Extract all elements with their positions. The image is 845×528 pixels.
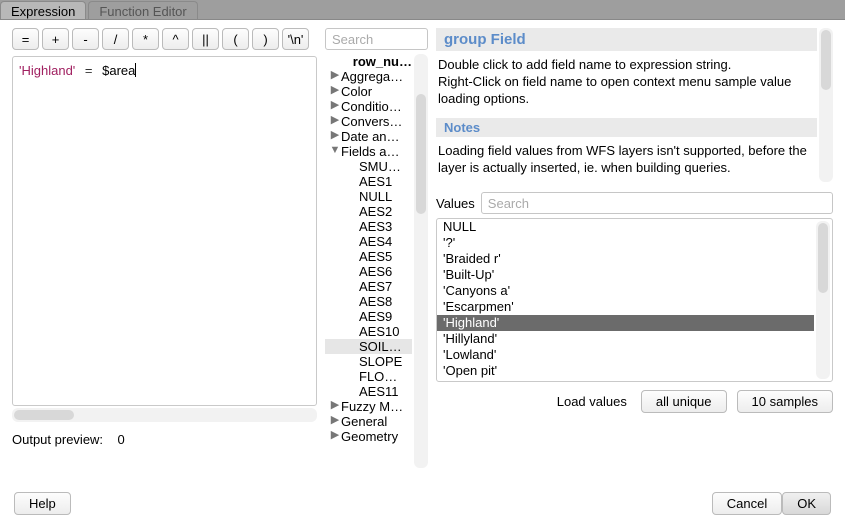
- value-item-3[interactable]: 'Built-Up': [437, 267, 814, 283]
- operator-button-5[interactable]: ^: [162, 28, 189, 50]
- tree-group-4[interactable]: ▶Date an…: [325, 129, 412, 144]
- operator-button-8[interactable]: ): [252, 28, 279, 50]
- values-vscrollbar[interactable]: [816, 221, 830, 379]
- values-search-input[interactable]: Search: [481, 192, 833, 214]
- tree-group-fields[interactable]: ▼Fields a…: [325, 144, 412, 159]
- text-cursor: [135, 63, 136, 77]
- tree-field-11[interactable]: AES10: [325, 324, 412, 339]
- workarea: =+-/*^||()'\n' 'Highland' = $area Output…: [0, 20, 845, 468]
- value-item-7[interactable]: 'Hillyland': [437, 331, 814, 347]
- values-label: Values: [436, 196, 475, 211]
- tab-function-editor[interactable]: Function Editor: [88, 1, 197, 19]
- help-title: group Field: [436, 28, 817, 51]
- help-notes-body: Loading field values from WFS layers isn…: [436, 137, 817, 183]
- operator-button-0[interactable]: =: [12, 28, 39, 50]
- tree-field-3[interactable]: AES2: [325, 204, 412, 219]
- tree-search-placeholder: Search: [332, 32, 373, 47]
- all-unique-label: all unique: [656, 394, 712, 409]
- tree-group-after-2[interactable]: ▶Geometry: [325, 429, 412, 444]
- function-tree-column: Search row_nu…▶Aggrega…▶Color▶Conditio…▶…: [325, 28, 428, 468]
- tab-expression-label: Expression: [11, 4, 75, 19]
- expression-variable: $area: [102, 63, 135, 78]
- tab-expression[interactable]: Expression: [0, 1, 86, 19]
- value-item-0[interactable]: NULL: [437, 219, 814, 235]
- help-body-line2: Right-Click on field name to open contex…: [438, 74, 791, 106]
- output-preview: Output preview: 0: [12, 432, 317, 447]
- ten-samples-label: 10 samples: [752, 394, 818, 409]
- cancel-button[interactable]: Cancel: [712, 492, 782, 515]
- cancel-button-label: Cancel: [727, 496, 767, 511]
- tree-field-5[interactable]: AES4: [325, 234, 412, 249]
- operator-button-2[interactable]: -: [72, 28, 99, 50]
- output-preview-value: 0: [118, 432, 125, 447]
- operator-row: =+-/*^||()'\n': [12, 28, 317, 50]
- help-button-label: Help: [29, 496, 56, 511]
- left-column: =+-/*^||()'\n' 'Highland' = $area Output…: [12, 28, 317, 468]
- operator-button-1[interactable]: +: [42, 28, 69, 50]
- tree-field-12[interactable]: SOIL…: [325, 339, 412, 354]
- value-item-8[interactable]: 'Lowland': [437, 347, 814, 363]
- operator-button-4[interactable]: *: [132, 28, 159, 50]
- expression-hscrollbar[interactable]: [12, 408, 317, 422]
- operator-button-7[interactable]: (: [222, 28, 249, 50]
- expression-operator: =: [85, 63, 93, 78]
- tree-field-15[interactable]: AES11: [325, 384, 412, 399]
- value-item-10[interactable]: 'Quarry': [437, 379, 814, 381]
- operator-button-9[interactable]: '\n': [282, 28, 309, 50]
- load-values-label: Load values: [557, 394, 631, 409]
- expression-literal: 'Highland': [19, 63, 75, 78]
- tree-field-2[interactable]: NULL: [325, 189, 412, 204]
- all-unique-button[interactable]: all unique: [641, 390, 727, 413]
- help-body: Double click to add field name to expres…: [436, 51, 817, 114]
- values-list[interactable]: NULL'?''Braided r''Built-Up''Canyons a''…: [437, 219, 814, 381]
- operator-button-6[interactable]: ||: [192, 28, 219, 50]
- value-item-4[interactable]: 'Canyons a': [437, 283, 814, 299]
- tree-group-after-1[interactable]: ▶General: [325, 414, 412, 429]
- operator-button-3[interactable]: /: [102, 28, 129, 50]
- tree-field-1[interactable]: AES1: [325, 174, 412, 189]
- ok-button[interactable]: OK: [782, 492, 831, 515]
- values-search-placeholder: Search: [488, 196, 529, 211]
- help-button[interactable]: Help: [14, 492, 71, 515]
- value-item-2[interactable]: 'Braided r': [437, 251, 814, 267]
- tree-group-after-0[interactable]: ▶Fuzzy M…: [325, 399, 412, 414]
- help-vscrollbar[interactable]: [819, 28, 833, 182]
- tree-field-8[interactable]: AES7: [325, 279, 412, 294]
- help-body-line1: Double click to add field name to expres…: [438, 57, 731, 72]
- tree-vscrollbar[interactable]: [414, 54, 428, 468]
- tree-search-input[interactable]: Search: [325, 28, 428, 50]
- tree-item-row-number[interactable]: row_nu…: [325, 54, 412, 69]
- help-notes-title: Notes: [436, 118, 817, 137]
- tree-field-13[interactable]: SLOPE: [325, 354, 412, 369]
- value-item-9[interactable]: 'Open pit': [437, 363, 814, 379]
- expression-editor[interactable]: 'Highland' = $area: [12, 56, 317, 406]
- tree-field-9[interactable]: AES8: [325, 294, 412, 309]
- tree-field-4[interactable]: AES3: [325, 219, 412, 234]
- tree-field-6[interactable]: AES5: [325, 249, 412, 264]
- ten-samples-button[interactable]: 10 samples: [737, 390, 833, 413]
- value-item-1[interactable]: '?': [437, 235, 814, 251]
- tree-field-7[interactable]: AES6: [325, 264, 412, 279]
- right-column: group Field Double click to add field na…: [436, 28, 833, 468]
- tree-field-0[interactable]: SMU…: [325, 159, 412, 174]
- output-preview-label: Output preview:: [12, 432, 103, 447]
- tab-function-editor-label: Function Editor: [99, 4, 186, 19]
- function-tree[interactable]: row_nu…▶Aggrega…▶Color▶Conditio…▶Convers…: [325, 54, 412, 444]
- tree-group-1[interactable]: ▶Color: [325, 84, 412, 99]
- value-item-5[interactable]: 'Escarpmen': [437, 299, 814, 315]
- value-item-6[interactable]: 'Highland': [437, 315, 814, 331]
- tree-field-14[interactable]: FLO…: [325, 369, 412, 384]
- ok-button-label: OK: [797, 496, 816, 511]
- tree-field-10[interactable]: AES9: [325, 309, 412, 324]
- tab-strip: Expression Function Editor: [0, 0, 845, 20]
- tree-group-2[interactable]: ▶Conditio…: [325, 99, 412, 114]
- tree-group-3[interactable]: ▶Convers…: [325, 114, 412, 129]
- tree-group-0[interactable]: ▶Aggrega…: [325, 69, 412, 84]
- dialog-button-row: Help Cancel OK: [0, 478, 845, 528]
